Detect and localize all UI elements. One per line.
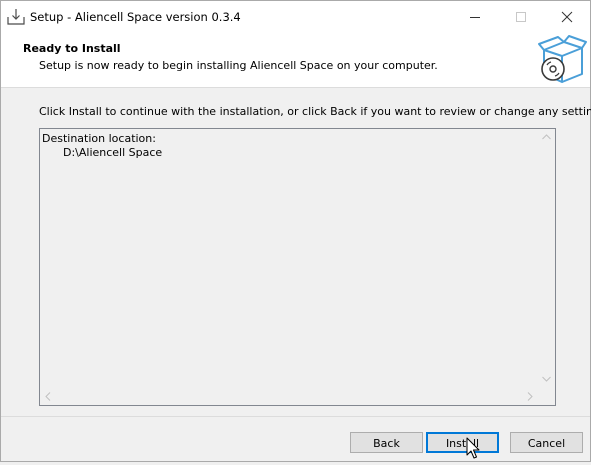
scroll-up-button[interactable] bbox=[538, 129, 555, 146]
cancel-button[interactable]: Cancel bbox=[510, 432, 583, 453]
wizard-header: Ready to Install Setup is now ready to b… bbox=[1, 32, 590, 87]
scrollbar-corner bbox=[538, 388, 555, 405]
ready-memo[interactable]: Destination location: D:\Aliencell Space bbox=[39, 128, 556, 406]
close-button[interactable] bbox=[544, 1, 590, 32]
window-title: Setup - Aliencell Space version 0.3.4 bbox=[30, 10, 241, 24]
horizontal-scrollbar[interactable] bbox=[40, 388, 538, 405]
header-divider bbox=[1, 87, 590, 88]
scroll-down-button[interactable] bbox=[538, 371, 555, 388]
setup-download-icon bbox=[7, 8, 25, 26]
title-bar[interactable]: Setup - Aliencell Space version 0.3.4 bbox=[1, 1, 590, 32]
page-subtitle: Setup is now ready to begin installing A… bbox=[39, 59, 438, 72]
back-button[interactable]: Back bbox=[350, 432, 423, 453]
install-button[interactable]: Install bbox=[426, 432, 499, 453]
mouse-pointer-icon bbox=[466, 437, 480, 462]
page-title: Ready to Install bbox=[23, 42, 121, 55]
minimize-button[interactable] bbox=[452, 1, 498, 32]
memo-text: Destination location: D:\Aliencell Space bbox=[42, 132, 163, 159]
chevron-up-icon bbox=[542, 134, 551, 140]
maximize-button bbox=[498, 1, 544, 32]
minimize-icon bbox=[470, 17, 480, 18]
setup-window: Setup - Aliencell Space version 0.3.4 Re… bbox=[0, 0, 591, 462]
software-box-cd-icon bbox=[536, 34, 588, 86]
scroll-right-button[interactable] bbox=[521, 388, 538, 405]
instruction-text: Click Install to continue with the insta… bbox=[39, 105, 591, 118]
maximize-icon bbox=[516, 12, 526, 22]
chevron-down-icon bbox=[542, 376, 551, 382]
footer-divider bbox=[1, 416, 590, 417]
close-icon bbox=[561, 11, 573, 23]
vertical-scrollbar[interactable] bbox=[538, 129, 555, 388]
scroll-left-button[interactable] bbox=[40, 388, 57, 405]
chevron-right-icon bbox=[527, 392, 533, 401]
chevron-left-icon bbox=[45, 392, 51, 401]
